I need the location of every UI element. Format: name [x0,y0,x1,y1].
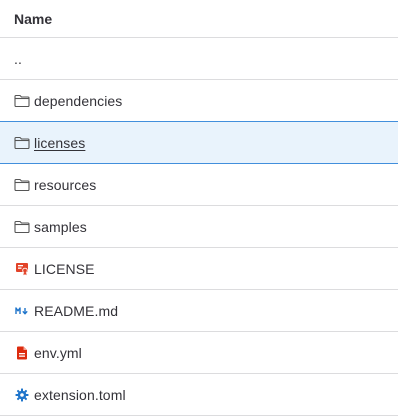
list-item-label[interactable]: licenses [34,135,85,151]
list-item-label[interactable]: resources [34,177,96,193]
file-list-table: Name .. dependencies licenses resources … [0,0,398,416]
folder-icon [14,135,30,151]
list-item-license-file[interactable]: LICENSE [0,248,398,290]
list-item-label[interactable]: samples [34,219,87,235]
list-item-samples[interactable]: samples [0,206,398,248]
list-item-label[interactable]: README.md [34,303,118,319]
list-item-label[interactable]: .. [14,51,22,67]
list-item-licenses[interactable]: licenses [0,121,398,164]
list-item-extension-toml[interactable]: extension.toml [0,374,398,416]
list-item-dependencies[interactable]: dependencies [0,80,398,122]
markdown-file-icon [14,303,30,319]
list-item-label[interactable]: dependencies [34,93,122,109]
column-header-name: Name [14,10,53,27]
list-item-label[interactable]: env.yml [34,345,82,361]
table-header: Name [0,0,398,38]
list-item-resources[interactable]: resources [0,164,398,206]
list-item-env-yml[interactable]: env.yml [0,332,398,374]
license-file-icon [14,261,30,277]
yaml-file-icon [14,345,30,361]
gear-file-icon [14,387,30,403]
folder-icon [14,177,30,193]
list-item-label[interactable]: LICENSE [34,261,95,277]
folder-icon [14,219,30,235]
folder-icon [14,93,30,109]
list-item-label[interactable]: extension.toml [34,387,126,403]
list-item-parent-directory[interactable]: .. [0,38,398,80]
list-item-readme[interactable]: README.md [0,290,398,332]
